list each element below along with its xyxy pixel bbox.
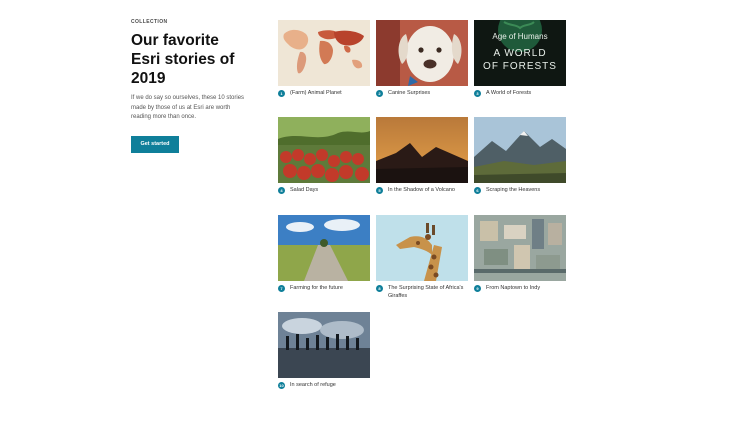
story-thumbnail-produce[interactable]	[278, 117, 370, 183]
story-number-badge: 10	[278, 382, 285, 389]
story-title[interactable]: Canine Surprises	[388, 90, 430, 98]
story-number-badge: 6	[474, 187, 481, 194]
story-card-8[interactable]: 8 The Surprising State of Africa's Giraff…	[376, 215, 468, 300]
story-title[interactable]: Farming for the future	[290, 285, 343, 293]
cover-text-line-1: Age of Humans	[492, 32, 548, 41]
story-number-badge: 8	[376, 285, 383, 292]
cover-text-line-3: OF FORESTS	[483, 61, 557, 72]
story-number-badge: 7	[278, 285, 285, 292]
collection-description: If we do say so ourselves, these 10 stor…	[131, 95, 245, 120]
story-title[interactable]: A World of Forests	[486, 90, 531, 98]
dog-portrait-image	[376, 20, 468, 86]
story-number-badge: 3	[474, 90, 481, 97]
giraffe-image	[376, 215, 468, 281]
story-thumbnail-forests[interactable]: Age of Humans A WORLD OF FORESTS	[474, 20, 566, 86]
story-title[interactable]: Salad Days	[290, 187, 318, 195]
story-number-badge: 1	[278, 90, 285, 97]
story-number-badge: 4	[278, 187, 285, 194]
produce-market-image	[278, 117, 370, 183]
story-title[interactable]: (Farm) Animal Planet	[290, 90, 342, 98]
story-card-6[interactable]: 6 Scraping the Heavens	[474, 117, 566, 195]
story-thumbnail-mountains[interactable]	[474, 117, 566, 183]
story-thumbnail-farm-road[interactable]	[278, 215, 370, 281]
story-thumbnail-city[interactable]	[474, 215, 566, 281]
collection-kicker: COLLECTION	[131, 19, 168, 25]
story-title[interactable]: From Naptown to Indy	[486, 285, 540, 293]
story-thumbnail-world-map[interactable]	[278, 20, 370, 86]
story-card-1[interactable]: 1 (Farm) Animal Planet	[278, 20, 370, 98]
story-card-9[interactable]: 9 From Naptown to Indy	[474, 215, 566, 293]
farm-road-image	[278, 215, 370, 281]
story-number-badge: 2	[376, 90, 383, 97]
story-title[interactable]: In the Shadow of a Volcano	[388, 187, 455, 195]
story-card-5[interactable]: 5 In the Shadow of a Volcano	[376, 117, 468, 195]
story-card-10[interactable]: 10 In search of refuge	[278, 312, 370, 390]
story-thumbnail-refuge[interactable]	[278, 312, 370, 378]
story-number-badge: 9	[474, 285, 481, 292]
story-thumbnail-giraffe[interactable]	[376, 215, 468, 281]
story-title[interactable]: The Surprising State of Africa's Giraffe…	[388, 285, 468, 300]
story-card-2[interactable]: 2 Canine Surprises	[376, 20, 468, 98]
world-map-image	[278, 20, 370, 86]
volcano-sunset-image	[376, 117, 468, 183]
story-card-3[interactable]: Age of Humans A WORLD OF FORESTS 3 A Worl…	[474, 20, 566, 98]
story-title[interactable]: In search of refuge	[290, 382, 336, 390]
story-title[interactable]: Scraping the Heavens	[486, 187, 540, 195]
city-aerial-image	[474, 215, 566, 281]
story-thumbnail-dog[interactable]	[376, 20, 468, 86]
story-number-badge: 5	[376, 187, 383, 194]
cover-text-line-2: A WORLD	[493, 48, 547, 59]
story-card-4[interactable]: 4 Salad Days	[278, 117, 370, 195]
collection-intro: COLLECTION Our favorite Esri stories of …	[131, 19, 251, 153]
get-started-button[interactable]: Get started	[131, 136, 179, 153]
story-card-7[interactable]: 7 Farming for the future	[278, 215, 370, 293]
story-thumbnail-volcano[interactable]	[376, 117, 468, 183]
mountain-valley-image	[474, 117, 566, 183]
collection-title: Our favorite Esri stories of 2019	[131, 32, 235, 87]
silhouettes-image	[278, 312, 370, 378]
